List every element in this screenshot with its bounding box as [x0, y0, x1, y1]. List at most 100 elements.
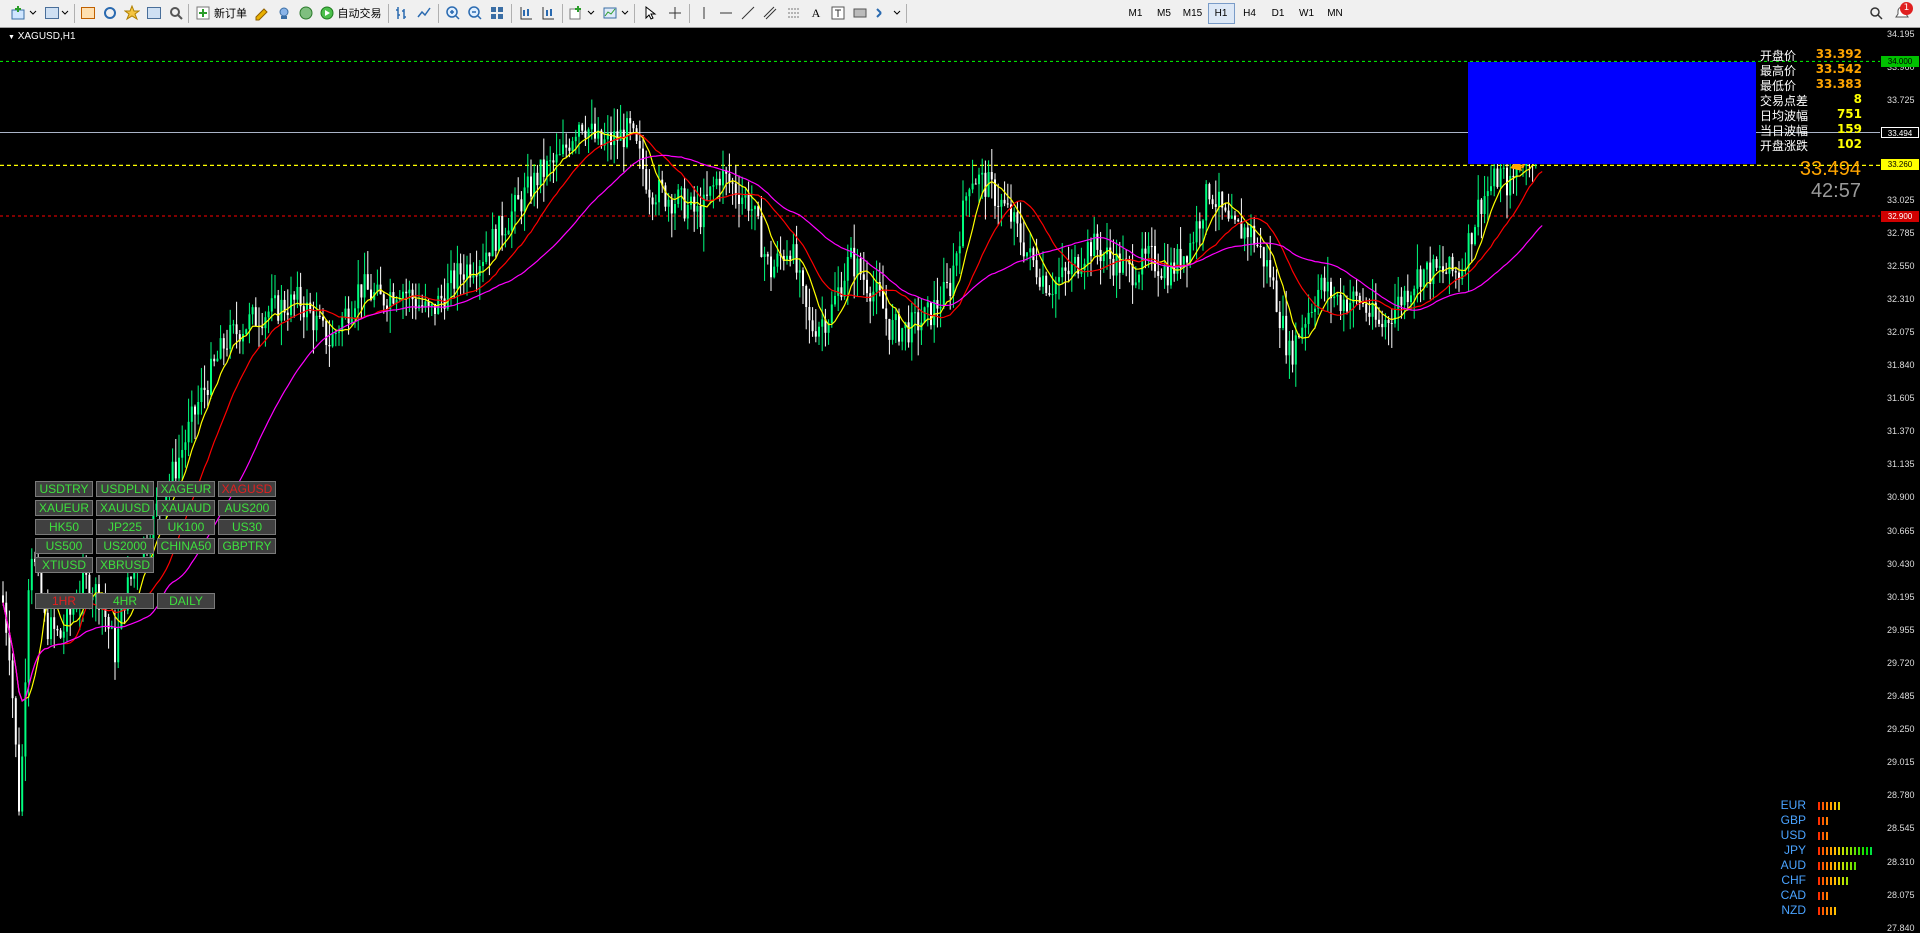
channel-icon[interactable] — [760, 3, 780, 23]
candle-body — [1163, 264, 1166, 279]
currency-strength-bars — [1818, 862, 1856, 870]
collapse-arrow-icon: ▼ — [8, 34, 15, 41]
auto-trading-button[interactable]: 自动交易 — [318, 3, 382, 23]
profiles-icon[interactable] — [42, 3, 62, 23]
symbol-button-xauusd[interactable]: XAUUSD — [96, 500, 154, 516]
auto-scroll-icon[interactable] — [538, 3, 558, 23]
timeframe-button-daily[interactable]: DAILY — [157, 593, 215, 609]
text-label-icon[interactable] — [828, 3, 848, 23]
favorites-icon[interactable] — [122, 3, 142, 23]
timeframe-button-1hr[interactable]: 1HR — [35, 593, 93, 609]
candle-body — [632, 123, 635, 129]
candle-body — [1387, 319, 1390, 324]
indicators-icon[interactable] — [566, 3, 586, 23]
cursor-icon[interactable] — [640, 3, 660, 23]
strategy-tester-icon[interactable] — [166, 3, 186, 23]
symbol-button-usdtry[interactable]: USDTRY — [35, 481, 93, 497]
price-tick-label: 29.485 — [1887, 691, 1915, 701]
candle-body — [875, 282, 878, 292]
symbol-button-china50[interactable]: CHINA50 — [157, 538, 215, 554]
metaeditor-icon[interactable] — [252, 3, 272, 23]
strength-bar — [1818, 817, 1820, 825]
candle-body — [130, 577, 132, 579]
chevron-down-icon[interactable] — [586, 3, 596, 23]
timeframe-m1[interactable]: M1 — [1122, 3, 1149, 24]
symbol-button-usdpln[interactable]: USDPLN — [96, 481, 154, 497]
symbol-button-hk50[interactable]: HK50 — [35, 519, 93, 535]
symbol-button-gbptry[interactable]: GBPTRY — [218, 538, 276, 554]
strength-bar — [1854, 862, 1856, 870]
candle-body — [517, 195, 520, 200]
candle-body — [1189, 242, 1192, 263]
zoom-out-icon[interactable] — [465, 3, 485, 23]
arrows-icon[interactable] — [872, 3, 892, 23]
symbol-button-aus200[interactable]: AUS200 — [218, 500, 276, 516]
symbol-button-us500[interactable]: US500 — [35, 538, 93, 554]
zoom-in-icon[interactable] — [443, 3, 463, 23]
timeframe-mn[interactable]: MN — [1322, 3, 1349, 24]
symbol-button-uk100[interactable]: UK100 — [157, 519, 215, 535]
strength-bar — [1822, 877, 1824, 885]
candle-body — [1275, 280, 1278, 312]
tile-windows-icon[interactable] — [487, 3, 507, 23]
symbol-button-xauaud[interactable]: XAUAUD — [157, 500, 215, 516]
strength-bar — [1826, 877, 1828, 885]
navigator-icon[interactable] — [100, 3, 120, 23]
search-icon[interactable] — [1866, 3, 1886, 23]
chevron-down-icon[interactable] — [28, 3, 38, 23]
line-chart-icon[interactable] — [414, 3, 434, 23]
candle-body — [1134, 282, 1137, 286]
candle-body — [232, 324, 235, 326]
timeframe-d1[interactable]: D1 — [1265, 3, 1292, 24]
symbol-button-jp225[interactable]: JP225 — [96, 519, 154, 535]
candle-body — [706, 194, 708, 196]
new-chart-icon[interactable] — [8, 3, 28, 23]
terminal-icon[interactable] — [144, 3, 164, 23]
chevron-down-icon[interactable] — [892, 3, 902, 23]
market-icon[interactable] — [296, 3, 316, 23]
bar-chart-icon[interactable] — [392, 3, 412, 23]
rectangle-icon[interactable] — [850, 3, 870, 23]
symbol-button-xageur[interactable]: XAGEUR — [157, 481, 215, 497]
symbol-button-us30[interactable]: US30 — [218, 519, 276, 535]
price-tick-label: 31.840 — [1887, 360, 1915, 370]
horizontal-line-icon[interactable] — [716, 3, 736, 23]
vertical-line-icon[interactable] — [694, 3, 714, 23]
chart-shift-icon[interactable] — [516, 3, 536, 23]
chevron-down-icon[interactable] — [60, 3, 70, 23]
timeframe-m5[interactable]: M5 — [1151, 3, 1178, 24]
crosshair-icon[interactable] — [665, 3, 685, 23]
candle-body — [1432, 259, 1435, 284]
symbol-button-xtiusd[interactable]: XTIUSD — [35, 557, 93, 573]
text-icon[interactable]: A — [806, 3, 826, 23]
candle-body — [1288, 340, 1291, 356]
timeframe-h4[interactable]: H4 — [1236, 3, 1263, 24]
price-tick-label: 29.720 — [1887, 657, 1915, 668]
timeframe-w1[interactable]: W1 — [1293, 3, 1320, 24]
price-chart[interactable]: ▼ XAGUSD,H1 34.19533.96033.72533.49433.2… — [0, 28, 1920, 933]
currency-strength-bars — [1818, 802, 1840, 810]
notifications-icon[interactable]: 1 — [1890, 2, 1914, 23]
candle-body — [446, 283, 449, 309]
fibonacci-icon[interactable] — [784, 3, 804, 23]
candle-body — [66, 607, 68, 632]
symbol-button-xagusd[interactable]: XAGUSD — [218, 481, 276, 497]
candle-body — [802, 270, 804, 287]
timeframe-m15[interactable]: M15 — [1179, 3, 1206, 24]
timeframe-h1[interactable]: H1 — [1207, 3, 1235, 24]
new-order-button[interactable]: 新订单 — [193, 3, 249, 23]
symbol-button-us2000[interactable]: US2000 — [96, 538, 154, 554]
candle-body — [741, 197, 744, 205]
symbol-button-xaueur[interactable]: XAUEUR — [35, 500, 93, 516]
candle-body — [1096, 233, 1099, 250]
trendline-icon[interactable] — [738, 3, 758, 23]
market-watch-icon[interactable] — [78, 3, 98, 23]
price-badge-red: 32.900 — [1881, 211, 1919, 222]
templates-icon[interactable] — [600, 3, 620, 23]
candle-body — [1032, 248, 1035, 261]
signals-icon[interactable] — [274, 3, 294, 23]
symbol-button-xbrusd[interactable]: XBRUSD — [96, 557, 154, 573]
price-tick-label: 33.025 — [1887, 194, 1915, 205]
timeframe-button-4hr[interactable]: 4HR — [96, 593, 154, 609]
chevron-down-icon[interactable] — [620, 3, 630, 23]
